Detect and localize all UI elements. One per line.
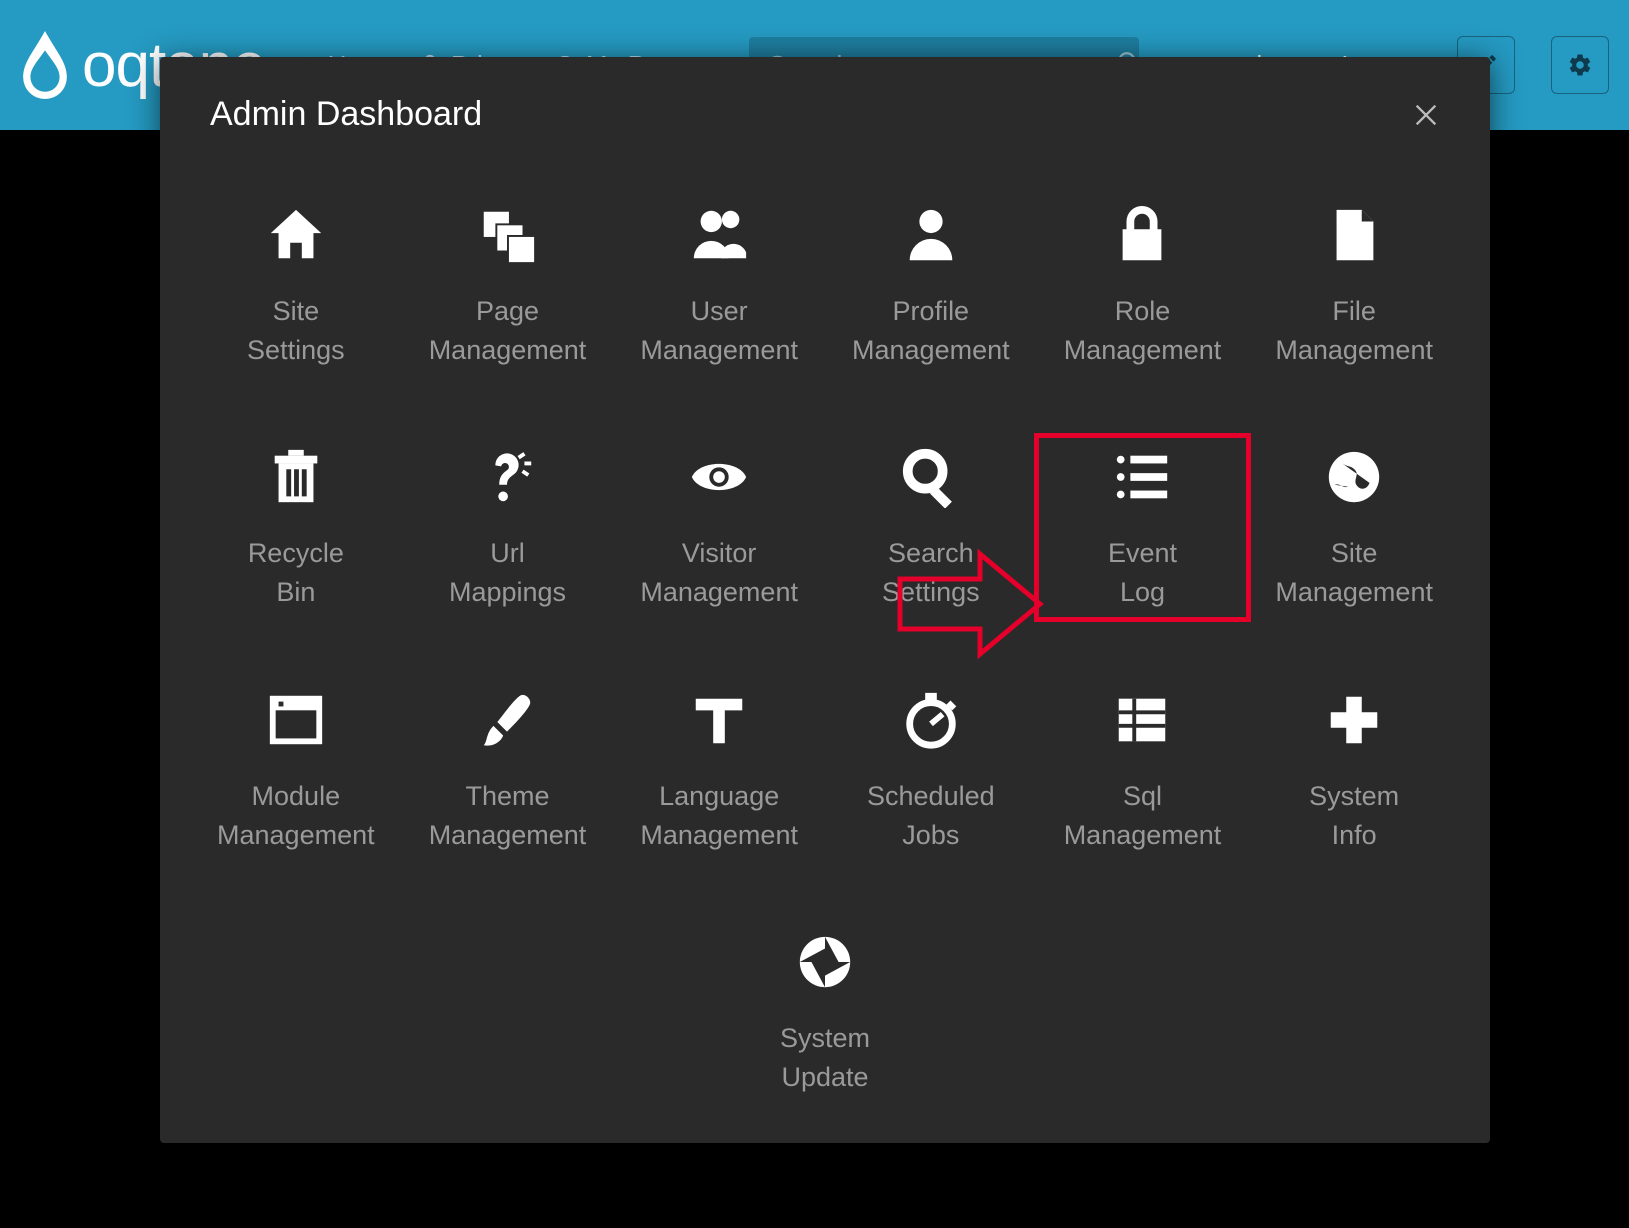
search-icon	[896, 442, 966, 512]
tile-role-management[interactable]: Role Management	[1037, 194, 1249, 376]
tile-label: Recycle Bin	[248, 534, 344, 612]
globe-icon	[1319, 442, 1389, 512]
tile-label: Language Management	[640, 777, 798, 855]
tile-sql-management[interactable]: Sql Management	[1037, 679, 1249, 861]
pages-icon	[472, 200, 542, 270]
tile-scheduled-jobs[interactable]: Scheduled Jobs	[825, 679, 1037, 861]
tile-label: User Management	[640, 292, 798, 370]
close-icon	[1412, 101, 1440, 129]
flame-icon	[20, 31, 70, 99]
aperture-icon	[790, 927, 860, 997]
tile-label: Event Log	[1108, 534, 1177, 612]
tile-language-management[interactable]: Language Management	[613, 679, 825, 861]
tile-grid: Site Settings Page Management User Managem…	[160, 154, 1490, 1103]
eye-icon	[684, 442, 754, 512]
user-icon	[896, 200, 966, 270]
tile-module-management[interactable]: Module Management	[190, 679, 402, 861]
tile-label: Scheduled Jobs	[867, 777, 995, 855]
tile-recycle-bin[interactable]: Recycle Bin	[190, 436, 402, 618]
admin-dashboard-modal: Admin Dashboard Site Settings Page Manage…	[160, 57, 1490, 1143]
table-icon	[1107, 685, 1177, 755]
tile-label: System Info	[1309, 777, 1399, 855]
window-icon	[261, 685, 331, 755]
tile-label: Search Settings	[882, 534, 980, 612]
tile-profile-management[interactable]: Profile Management	[825, 194, 1037, 376]
tile-label: Role Management	[1064, 292, 1222, 370]
tile-system-info[interactable]: System Info	[1248, 679, 1460, 861]
modal-header: Admin Dashboard	[160, 57, 1490, 154]
lock-icon	[1107, 200, 1177, 270]
tile-label: Theme Management	[429, 777, 587, 855]
tile-url-mappings[interactable]: Url Mappings	[402, 436, 614, 618]
font-icon	[684, 685, 754, 755]
brush-icon	[472, 685, 542, 755]
tile-label: Site Settings	[247, 292, 345, 370]
tile-label: Sql Management	[1064, 777, 1222, 855]
tile-label: Profile Management	[852, 292, 1010, 370]
tile-system-update[interactable]: System Update	[725, 921, 925, 1103]
tile-visitor-management[interactable]: Visitor Management	[613, 436, 825, 618]
trash-icon	[261, 442, 331, 512]
tile-user-management[interactable]: User Management	[613, 194, 825, 376]
modal-title: Admin Dashboard	[210, 95, 482, 134]
home-icon	[261, 200, 331, 270]
tile-label: Url Mappings	[449, 534, 566, 612]
tile-label: Site Management	[1275, 534, 1433, 612]
timer-icon	[896, 685, 966, 755]
users-icon	[684, 200, 754, 270]
close-button[interactable]	[1412, 101, 1440, 129]
tile-site-management[interactable]: Site Management	[1248, 436, 1460, 618]
question-icon	[472, 442, 542, 512]
tile-site-settings[interactable]: Site Settings	[190, 194, 402, 376]
tile-label: Visitor Management	[640, 534, 798, 612]
tile-file-management[interactable]: File Management	[1248, 194, 1460, 376]
tile-page-management[interactable]: Page Management	[402, 194, 614, 376]
list-icon	[1107, 442, 1177, 512]
tile-label: Page Management	[429, 292, 587, 370]
tile-label: System Update	[780, 1019, 870, 1097]
tile-label: File Management	[1275, 292, 1433, 370]
tile-search-settings[interactable]: Search Settings	[825, 436, 1037, 618]
file-icon	[1319, 200, 1389, 270]
tile-event-log[interactable]: Event Log	[1037, 436, 1249, 618]
plus-icon	[1319, 685, 1389, 755]
settings-button[interactable]	[1551, 36, 1609, 94]
tile-theme-management[interactable]: Theme Management	[402, 679, 614, 861]
gear-icon	[1567, 52, 1593, 78]
tile-label: Module Management	[217, 777, 375, 855]
